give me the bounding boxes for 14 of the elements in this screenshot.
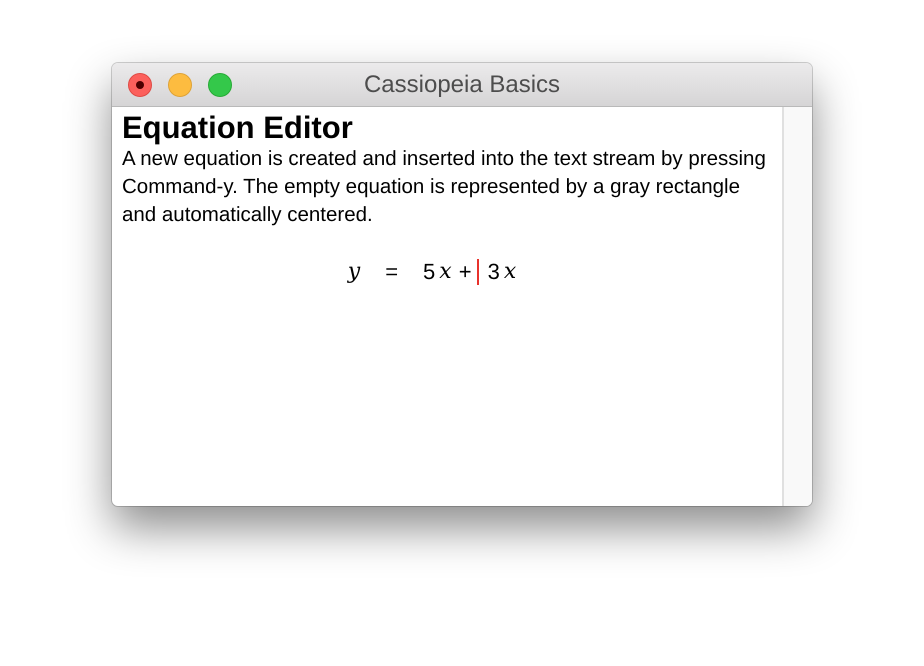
- paragraph: A new equation is created and inserted into the text stream by pressing Command-y. The empty equation is represented by a gray rectangle and automatically centered.: [122, 146, 767, 228]
- equation-operator: =: [385, 258, 398, 286]
- heading: Equation Editor: [122, 111, 354, 146]
- equation-number: 3: [488, 258, 500, 286]
- zoom-button[interactable]: [208, 72, 232, 96]
- equation-operator: +: [458, 258, 472, 286]
- close-button[interactable]: [128, 72, 152, 96]
- scrollbar-track[interactable]: [782, 107, 812, 506]
- equation-variable: y: [348, 258, 360, 286]
- equation-number: 5: [423, 258, 436, 286]
- equation-variable: x: [439, 258, 452, 286]
- equation-variable: x: [504, 258, 516, 286]
- window-title: Cassiopeia Basics: [364, 70, 560, 98]
- minimize-button[interactable]: [168, 72, 192, 96]
